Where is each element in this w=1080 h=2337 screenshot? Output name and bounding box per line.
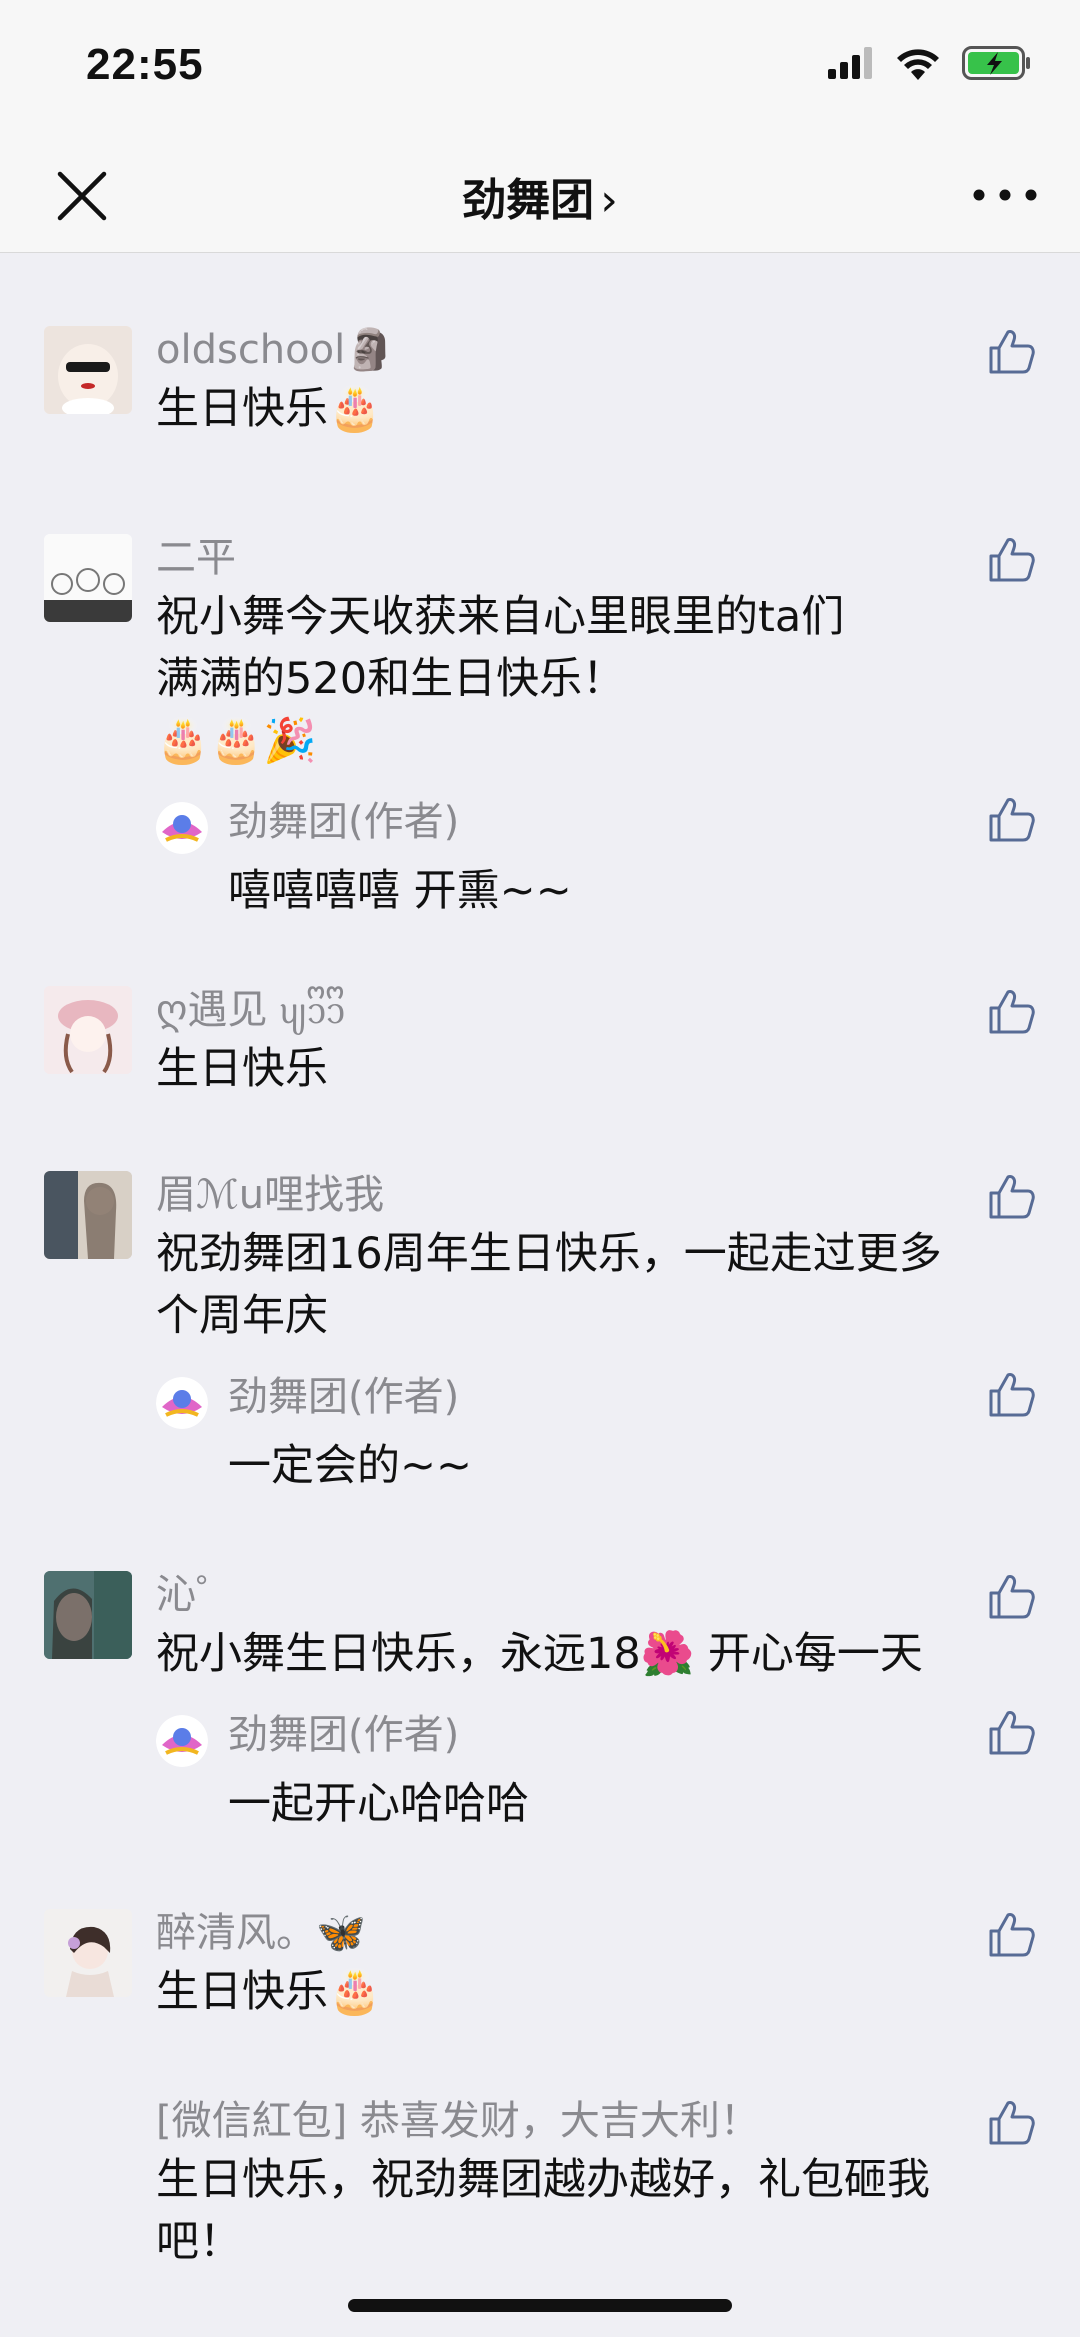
thumbs-up-icon[interactable] [986, 2097, 1036, 2147]
avatar[interactable] [44, 534, 132, 622]
avatar-image [44, 1171, 132, 1259]
comment-content: 生日快乐🎂 [156, 1967, 382, 2017]
nav-title-text: 劲舞团 [462, 175, 595, 226]
status-time: 22:55 [86, 40, 204, 89]
status-bar: 22:55 [0, 0, 1080, 140]
author-logo-image [156, 1715, 208, 1767]
thumbs-up-icon[interactable] [986, 1171, 1036, 1221]
avatar[interactable] [44, 326, 132, 414]
comment-item: 沁゜ 祝小舞生日快乐，永远18🌺 开心每一天 劲舞团(作者) 一起开心哈哈哈 [0, 1497, 1080, 1835]
avatar[interactable] [44, 986, 132, 1074]
author-logo-image [156, 802, 208, 854]
thumbs-up-icon[interactable] [986, 1909, 1036, 1959]
comment-nickname: 二平 [156, 535, 236, 581]
comment-nickname: ღ遇见 ᦼ᧑ᩚ᧑ᩚ [156, 987, 346, 1033]
thumbs-up-icon[interactable] [986, 1369, 1036, 1419]
thumbs-up-icon[interactable] [986, 1571, 1036, 1621]
author-reply: 劲舞团(作者) 嘻嘻嘻嘻 开熏~~ [156, 794, 1035, 922]
avatar-image [44, 326, 132, 414]
avatar-image [44, 534, 132, 622]
comment-content: 祝小舞生日快乐，永远18🌺 开心每一天 [156, 1629, 923, 1679]
comment-content-line: 🎂🎂🎉 [156, 716, 317, 766]
avatar-image [44, 1909, 132, 1997]
comment-item: 眉ℳu哩找我 祝劲舞团16周年生日快乐，一起走过更多 个周年庆 劲舞团(作者) … [0, 1100, 1080, 1497]
wifi-icon [897, 49, 939, 80]
thumbs-up-icon[interactable] [986, 534, 1036, 584]
avatar-image [44, 986, 132, 1074]
avatar-image [44, 1571, 132, 1659]
comment-nickname: [微信紅包] 恭喜发财，大吉大利！ [156, 2098, 760, 2144]
avatar[interactable] [44, 1171, 132, 1259]
author-avatar[interactable] [156, 1715, 208, 1767]
reply-content: 一定会的~~ [228, 1441, 473, 1491]
comment-content-line: 祝小舞今天收获来自心里眼里的ta们 [156, 592, 845, 642]
comment-item: ღ遇见 ᦼ᧑ᩚ᧑ᩚ 生日快乐 [0, 922, 1080, 1100]
nav-title[interactable]: 劲舞团 › [0, 164, 1080, 228]
comment-nickname: 沁゜ [156, 1572, 236, 1618]
reply-nickname: 劲舞团(作者) [228, 799, 460, 845]
comment-list: oldschool🗿 生日快乐🎂 二平 祝小舞今天收获来自心里眼里的ta们 满满… [0, 253, 1080, 2273]
avatar[interactable] [44, 1571, 132, 1659]
comment-content: 生日快乐🎂 [156, 384, 382, 434]
thumbs-up-icon[interactable] [986, 1707, 1036, 1757]
reply-nickname: 劲舞团(作者) [228, 1374, 460, 1420]
author-reply: 劲舞团(作者) 一定会的~~ [156, 1369, 1035, 1497]
author-reply: 劲舞团(作者) 一起开心哈哈哈 [156, 1707, 1035, 1835]
thumbs-up-icon[interactable] [986, 326, 1036, 376]
battery-icon [962, 46, 1030, 80]
thumbs-up-icon[interactable] [986, 794, 1036, 844]
comment-nickname: 醉清风。🦋 [156, 1910, 366, 1956]
author-logo-image [156, 1377, 208, 1429]
comment-item: oldschool🗿 生日快乐🎂 [0, 253, 1080, 440]
thumbs-up-icon[interactable] [986, 986, 1036, 1036]
comment-content-line: 满满的520和生日快乐！ [156, 654, 626, 704]
status-icons [828, 46, 1032, 80]
comment-content-line: 个周年庆 [156, 1291, 328, 1341]
comment-item: 二平 祝小舞今天收获来自心里眼里的ta们 满满的520和生日快乐！ 🎂🎂🎉 劲舞… [0, 440, 1080, 922]
reply-content: 嘻嘻嘻嘻 开熏~~ [228, 866, 572, 916]
comment-nickname: oldschool🗿 [156, 327, 396, 373]
avatar[interactable] [44, 1909, 132, 1997]
home-indicator[interactable] [348, 2299, 732, 2312]
nav-bar: 劲舞团 › [0, 140, 1080, 253]
reply-nickname: 劲舞团(作者) [228, 1712, 460, 1758]
comment-item: [微信紅包] 恭喜发财，大吉大利！ 生日快乐，祝劲舞团越办越好，礼包砸我 吧！ [0, 2023, 1080, 2273]
comment-content-line: 祝劲舞团16周年生日快乐，一起走过更多 [156, 1229, 942, 1279]
author-avatar[interactable] [156, 1377, 208, 1429]
comment-item: 醉清风。🦋 生日快乐🎂 [0, 1835, 1080, 2023]
comment-nickname: 眉ℳu哩找我 [156, 1172, 385, 1218]
author-avatar[interactable] [156, 802, 208, 854]
more-icon[interactable] [970, 180, 1040, 210]
comment-content-line: 吧！ [156, 2217, 242, 2267]
reply-content: 一起开心哈哈哈 [228, 1779, 529, 1829]
signal-icon [828, 47, 872, 79]
comment-content: 生日快乐 [156, 1044, 328, 1094]
chevron-right-icon: › [600, 175, 618, 226]
comment-content-line: 生日快乐，祝劲舞团越办越好，礼包砸我 [156, 2155, 930, 2205]
